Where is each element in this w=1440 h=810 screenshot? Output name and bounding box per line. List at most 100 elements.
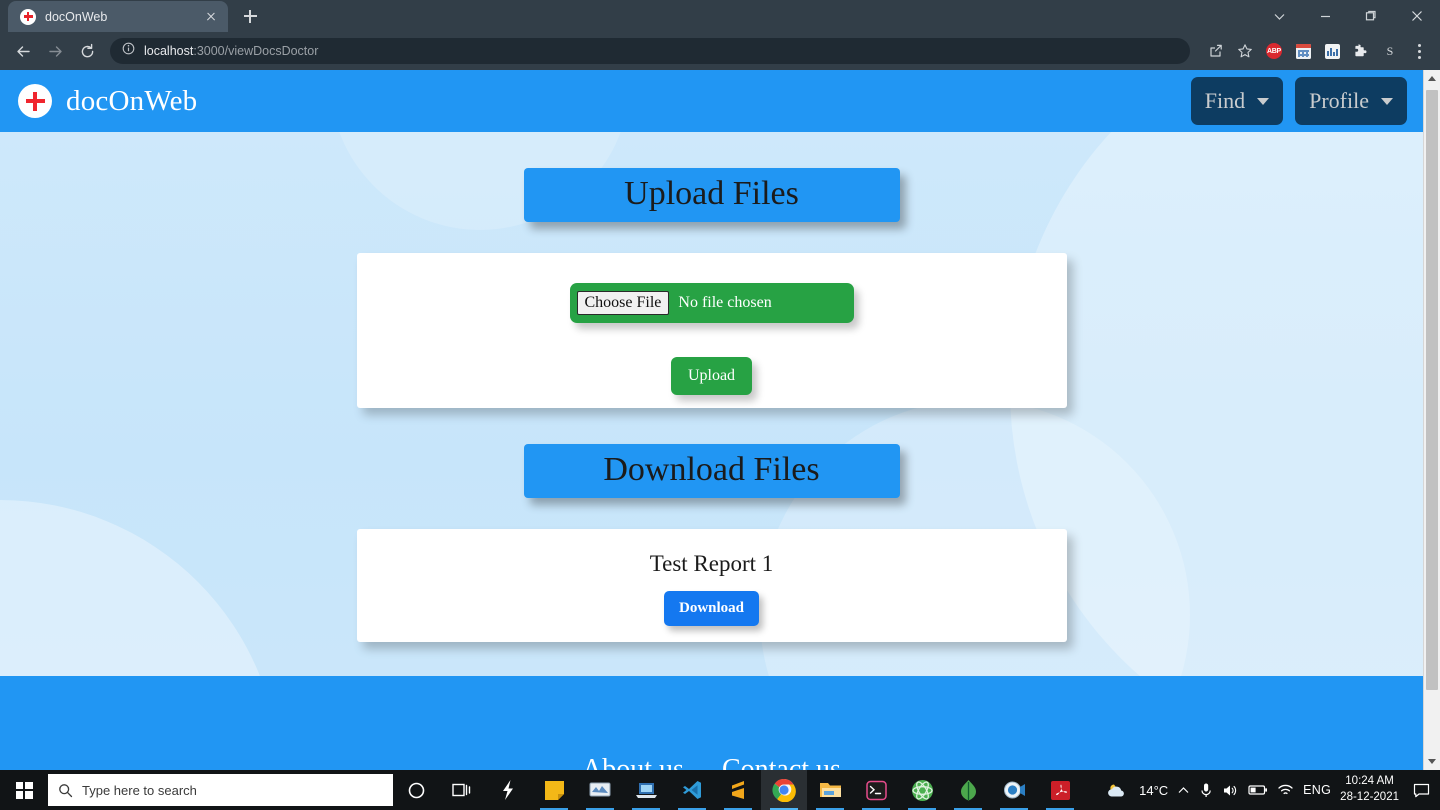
upload-files-heading: Upload Files bbox=[523, 168, 900, 222]
file-name: Test Report 1 bbox=[649, 551, 774, 576]
site-footer: About us Contact us bbox=[0, 676, 1423, 770]
task-view-icon[interactable] bbox=[439, 770, 485, 810]
profile-dropdown-button[interactable]: Profile bbox=[1295, 77, 1407, 125]
search-placeholder: Type here to search bbox=[82, 782, 197, 798]
adobe-acrobat-icon[interactable] bbox=[1037, 770, 1083, 810]
browser-tab[interactable]: docOnWeb bbox=[8, 1, 228, 32]
site-navbar: docOnWeb Find Profile bbox=[0, 70, 1423, 132]
brand-name: docOnWeb bbox=[66, 84, 198, 117]
download-files-heading: Download Files bbox=[523, 444, 900, 498]
chrome-menu-icon[interactable] bbox=[1406, 38, 1432, 64]
adblock-plus-badge: ABP bbox=[1266, 43, 1282, 59]
lightning-app-icon[interactable] bbox=[485, 770, 531, 810]
reload-icon[interactable] bbox=[72, 36, 102, 66]
vscode-icon[interactable] bbox=[669, 770, 715, 810]
find-dropdown-button[interactable]: Find bbox=[1190, 77, 1284, 125]
window-controls bbox=[1256, 0, 1440, 32]
microphone-icon[interactable] bbox=[1199, 782, 1213, 799]
profile-initial: S bbox=[1386, 43, 1394, 58]
sublime-text-icon[interactable] bbox=[715, 770, 761, 810]
file-explorer-icon[interactable] bbox=[807, 770, 853, 810]
clock-time: 10:24 AM bbox=[1345, 775, 1394, 788]
about-us-link[interactable]: About us bbox=[582, 754, 684, 770]
navbar-actions: Find Profile bbox=[1190, 77, 1407, 125]
adblock-plus-icon[interactable]: ABP bbox=[1261, 38, 1287, 64]
contact-us-link[interactable]: Contact us bbox=[722, 754, 841, 770]
chevron-down-icon bbox=[1257, 97, 1270, 105]
google-chrome-icon[interactable] bbox=[761, 770, 807, 810]
find-label: Find bbox=[1204, 88, 1246, 113]
minimize-icon[interactable] bbox=[1302, 0, 1348, 32]
taskbar-clock[interactable]: 10:24 AM 28-12-2021 bbox=[1340, 774, 1399, 805]
page-viewport: docOnWeb Find Profile Upload Files Choos… bbox=[0, 70, 1440, 770]
back-icon[interactable] bbox=[8, 36, 38, 66]
page-scrollbar[interactable] bbox=[1423, 70, 1440, 770]
choose-file-button[interactable]: Choose File bbox=[576, 290, 670, 316]
url-text: localhost:3000/viewDocsDoctor bbox=[144, 44, 318, 58]
download-button[interactable]: Download bbox=[663, 591, 760, 626]
site-info-icon[interactable] bbox=[122, 42, 135, 60]
tab-strip: docOnWeb bbox=[0, 0, 1440, 32]
extensions-puzzle-icon[interactable] bbox=[1348, 38, 1374, 64]
cortana-icon[interactable] bbox=[393, 770, 439, 810]
red-cross-logo-icon bbox=[18, 84, 52, 118]
window-close-icon[interactable] bbox=[1394, 0, 1440, 32]
media-player-icon[interactable] bbox=[577, 770, 623, 810]
close-icon[interactable] bbox=[202, 8, 220, 26]
profile-avatar-icon[interactable]: S bbox=[1377, 38, 1403, 64]
browser-window: docOnWeb localhost:3000/viewDocsDoctor A… bbox=[0, 0, 1440, 770]
browser-toolbar: localhost:3000/viewDocsDoctor ABP S bbox=[0, 32, 1440, 70]
start-button[interactable] bbox=[0, 770, 48, 810]
windows-taskbar: Type here to search 14°C ENG 10:24 AM 28… bbox=[0, 770, 1440, 810]
download-files-heading-text: Download Files bbox=[603, 451, 820, 488]
url-host: localhost bbox=[144, 44, 194, 58]
chevron-down-icon[interactable] bbox=[1256, 0, 1302, 32]
scroll-down-button[interactable] bbox=[1424, 753, 1440, 770]
taskbar-search-input[interactable]: Type here to search bbox=[48, 774, 393, 806]
url-path: :3000/viewDocsDoctor bbox=[193, 44, 319, 58]
calendar-extension-icon[interactable] bbox=[1290, 38, 1316, 64]
profile-label: Profile bbox=[1309, 88, 1369, 113]
file-status-text: No file chosen bbox=[678, 294, 772, 311]
chevron-down-icon bbox=[1381, 97, 1393, 105]
footer-links: About us Contact us bbox=[0, 754, 1423, 770]
page-content: Upload Files Choose File No file chosen … bbox=[0, 168, 1423, 642]
new-tab-button[interactable] bbox=[236, 2, 264, 30]
upload-card: Choose File No file chosen Upload bbox=[356, 253, 1067, 408]
scroll-up-button[interactable] bbox=[1424, 70, 1440, 87]
language-indicator[interactable]: ENG bbox=[1303, 783, 1331, 797]
laptop-app-icon[interactable] bbox=[623, 770, 669, 810]
wifi-icon[interactable] bbox=[1277, 783, 1294, 797]
system-tray: 14°C ENG 10:24 AM 28-12-2021 bbox=[1104, 770, 1440, 810]
search-icon bbox=[59, 783, 73, 797]
chevron-up-icon[interactable] bbox=[1177, 784, 1190, 797]
bookmark-star-icon[interactable] bbox=[1232, 38, 1258, 64]
file-input-wrapper: Choose File No file chosen bbox=[569, 283, 854, 323]
temperature-label: 14°C bbox=[1139, 782, 1169, 798]
brand[interactable]: docOnWeb bbox=[18, 84, 197, 118]
forward-icon[interactable] bbox=[40, 36, 70, 66]
battery-icon[interactable] bbox=[1248, 784, 1268, 796]
web-page: docOnWeb Find Profile Upload Files Choos… bbox=[0, 70, 1423, 770]
partly-cloudy-night-icon[interactable] bbox=[1104, 780, 1130, 800]
download-card: Test Report 1 Download bbox=[356, 529, 1067, 642]
address-bar[interactable]: localhost:3000/viewDocsDoctor bbox=[110, 38, 1190, 64]
clock-date: 28-12-2021 bbox=[1340, 791, 1399, 803]
toolbar-icons: ABP S bbox=[1203, 38, 1432, 64]
scrollbar-thumb[interactable] bbox=[1426, 90, 1438, 690]
mongodb-icon[interactable] bbox=[945, 770, 991, 810]
upload-files-heading-text: Upload Files bbox=[624, 175, 799, 212]
sticky-notes-icon[interactable] bbox=[531, 770, 577, 810]
react-icon[interactable] bbox=[899, 770, 945, 810]
upload-button[interactable]: Upload bbox=[670, 357, 753, 395]
webcam-app-icon[interactable] bbox=[991, 770, 1037, 810]
share-icon[interactable] bbox=[1203, 38, 1229, 64]
chart-extension-icon[interactable] bbox=[1319, 38, 1345, 64]
maximize-icon[interactable] bbox=[1348, 0, 1394, 32]
terminal-icon[interactable] bbox=[853, 770, 899, 810]
speaker-icon[interactable] bbox=[1222, 783, 1239, 798]
action-center-icon[interactable] bbox=[1408, 770, 1434, 810]
medical-cross-favicon-icon bbox=[20, 8, 36, 25]
tab-title: docOnWeb bbox=[45, 9, 108, 24]
file-input[interactable]: Choose File No file chosen bbox=[569, 283, 854, 323]
